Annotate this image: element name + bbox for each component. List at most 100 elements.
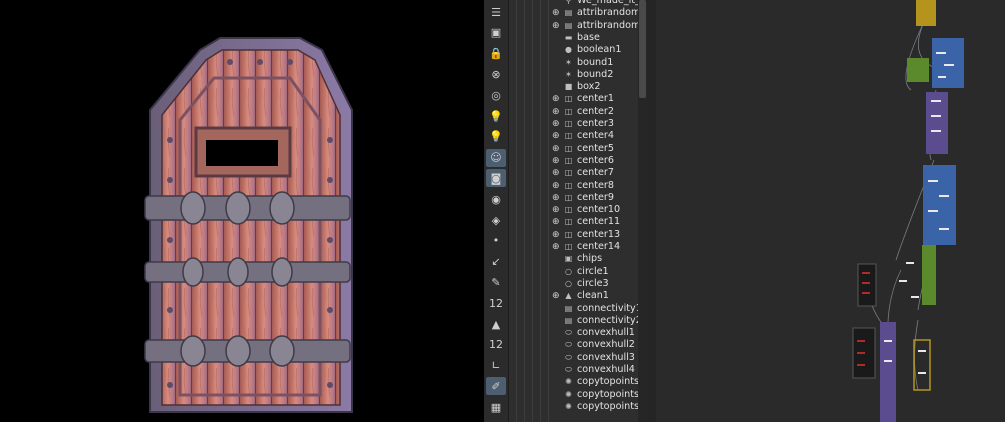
tree-item-label: center14 (577, 241, 621, 252)
tree-item[interactable]: ⚲ We_made_it_y (509, 0, 648, 7)
node-network-view[interactable] (656, 0, 1005, 422)
layers-icon[interactable]: ☰ (486, 3, 506, 21)
lock-icon[interactable]: 🔒 (486, 45, 506, 63)
tree-item-label: copytopoints1 (577, 376, 646, 388)
expand-icon[interactable]: ⊕ (552, 155, 562, 167)
tree-item[interactable]: ▬ base (509, 32, 648, 44)
tree-item[interactable]: ⊕ ◫ center4 (509, 130, 648, 142)
tree-item[interactable]: ✶ bound1 (509, 57, 648, 69)
tree-item[interactable]: ⊕ ◫ center14 (509, 241, 648, 253)
pane-divider[interactable] (648, 0, 656, 422)
tree-item[interactable]: ⬭ convexhull4 (509, 364, 648, 376)
tree-item[interactable]: ⊕ ▤ attribrandomiz (509, 20, 648, 32)
tree-item[interactable]: ⊕ ◫ center7 (509, 167, 648, 179)
tree-item[interactable]: ○ circle3 (509, 278, 648, 290)
tree-item[interactable]: ⊕ ◫ center11 (509, 216, 648, 228)
tree-item[interactable]: ⊕ ◫ center13 (509, 229, 648, 241)
tree-item[interactable]: ⊕ ◫ center1 (509, 93, 648, 105)
angle-icon[interactable]: ∟ (486, 357, 506, 375)
expand-icon[interactable]: ⊕ (552, 192, 562, 204)
tree-item[interactable]: ▤ connectivity2 (509, 315, 648, 327)
tree-item-label: convexhull2 (577, 339, 635, 351)
node-type-icon: ◫ (564, 155, 573, 165)
node-type-icon: ▤ (564, 8, 573, 18)
expand-icon[interactable]: ⊕ (552, 216, 562, 228)
tree-item[interactable]: ⊕ ◫ center8 (509, 180, 648, 192)
tree-item[interactable]: ⬭ convexhull2 (509, 339, 648, 351)
expand-icon[interactable]: ⊕ (552, 167, 562, 179)
tree-item-label: copytopoints3 (577, 400, 646, 412)
3d-viewport[interactable] (0, 0, 484, 422)
expand-icon[interactable]: ⊕ (552, 180, 562, 192)
eye-icon[interactable]: ◉ (486, 190, 506, 208)
tree-item[interactable]: ⊕ ◫ center2 (509, 106, 648, 118)
tree-item[interactable]: ✺ copytopoints3 (509, 401, 648, 413)
expand-icon[interactable]: ⊕ (552, 93, 562, 105)
tree-item[interactable]: ✶ bound2 (509, 69, 648, 81)
node-type-icon: ● (565, 45, 572, 55)
alien-icon[interactable]: ☺ (486, 148, 506, 167)
node-type-icon: ◫ (564, 119, 573, 128)
tree-scrollbar[interactable] (638, 0, 648, 422)
node-type-icon: ✶ (565, 69, 572, 79)
tree-item[interactable]: ● boolean1 (509, 44, 648, 56)
camera-icon[interactable]: ◙ (486, 169, 506, 188)
paint-icon[interactable]: ▲ (486, 315, 506, 333)
spiral-icon[interactable]: ◎ (486, 86, 506, 104)
eye-settings-icon[interactable]: ◈ (486, 211, 506, 229)
expand-icon[interactable]: ⊕ (552, 7, 562, 19)
tree-item[interactable]: ○ circle1 (509, 266, 648, 278)
node-type-icon: ✺ (565, 401, 572, 411)
node-type-icon: ◫ (564, 242, 573, 251)
tree-item-label: center7 (577, 167, 614, 179)
point-number-icon[interactable]: 12 (486, 294, 506, 312)
tree-item[interactable]: ■ box2 (509, 81, 648, 93)
tree-item[interactable]: ⊕ ◫ center3 (509, 118, 648, 130)
tree-item[interactable]: ⊕ ◫ center6 (509, 155, 648, 167)
tree-item[interactable]: ⊕ ◫ center9 (509, 192, 648, 204)
dot-icon[interactable]: • (486, 232, 506, 250)
expand-icon[interactable]: ⊕ (552, 130, 562, 142)
tree-item[interactable]: ▣ chips (509, 253, 648, 265)
tree-item[interactable]: ⬭ convexhull3 (509, 352, 648, 364)
tree-item-label: center6 (577, 154, 614, 166)
tree-item[interactable]: ⊕ ▲ clean1 (509, 290, 648, 302)
point-number-2-icon[interactable]: 12 (486, 336, 506, 354)
close-circle-icon[interactable]: ⊗ (486, 65, 506, 83)
tree-item[interactable]: ▤ connectivity1 (509, 303, 648, 315)
expand-icon[interactable]: ⊕ (552, 241, 562, 253)
tree-item[interactable]: ✺ copytopoints1 (509, 376, 648, 388)
tree-item[interactable]: ⊕ ◫ center5 (509, 143, 648, 155)
tree-item[interactable]: ✺ copytopoints2 (509, 389, 648, 401)
tree-item[interactable]: ⊕ ▤ attribrandomiz (509, 7, 648, 19)
expand-icon[interactable]: ⊕ (552, 118, 562, 130)
tree-item-label: box2 (577, 81, 601, 93)
tree-item[interactable]: ⬭ convexhull1 (509, 327, 648, 339)
node-type-icon: ▤ (564, 315, 573, 325)
brush-icon[interactable]: ✐ (486, 377, 506, 396)
node-type-icon: ◫ (564, 192, 573, 202)
node-type-icon: ▣ (564, 254, 573, 264)
expand-icon[interactable]: ⊕ (552, 290, 562, 302)
node-type-icon: ○ (565, 266, 572, 276)
select-icon[interactable]: ▣ (486, 24, 506, 42)
node-graph (852, 0, 964, 422)
expand-icon[interactable]: ⊕ (552, 143, 562, 155)
checker-icon[interactable]: ▦ (486, 398, 506, 416)
node-type-icon: ◫ (564, 205, 573, 215)
tree-item[interactable]: ⊕ ◫ center10 (509, 204, 648, 216)
tree-item-label: connectivity2 (577, 314, 642, 326)
expand-icon[interactable]: ⊕ (552, 20, 562, 32)
tree-scrollbar-thumb[interactable] (639, 0, 646, 98)
expand-icon[interactable]: ⊕ (552, 229, 562, 241)
arrow-icon[interactable]: ↙ (486, 253, 506, 271)
light-icon[interactable]: 💡 (486, 107, 506, 125)
tree-item-label: center1 (577, 93, 614, 105)
expand-icon[interactable]: ⊕ (552, 106, 562, 118)
node-type-icon: ⚲ (565, 0, 572, 5)
lightbulb-icon[interactable]: 💡 (486, 128, 506, 146)
node-type-icon: ▤ (564, 20, 573, 30)
pipette-icon[interactable]: ✎ (486, 273, 506, 291)
expand-icon[interactable]: ⊕ (552, 204, 562, 216)
node-type-icon: ▬ (564, 32, 573, 42)
